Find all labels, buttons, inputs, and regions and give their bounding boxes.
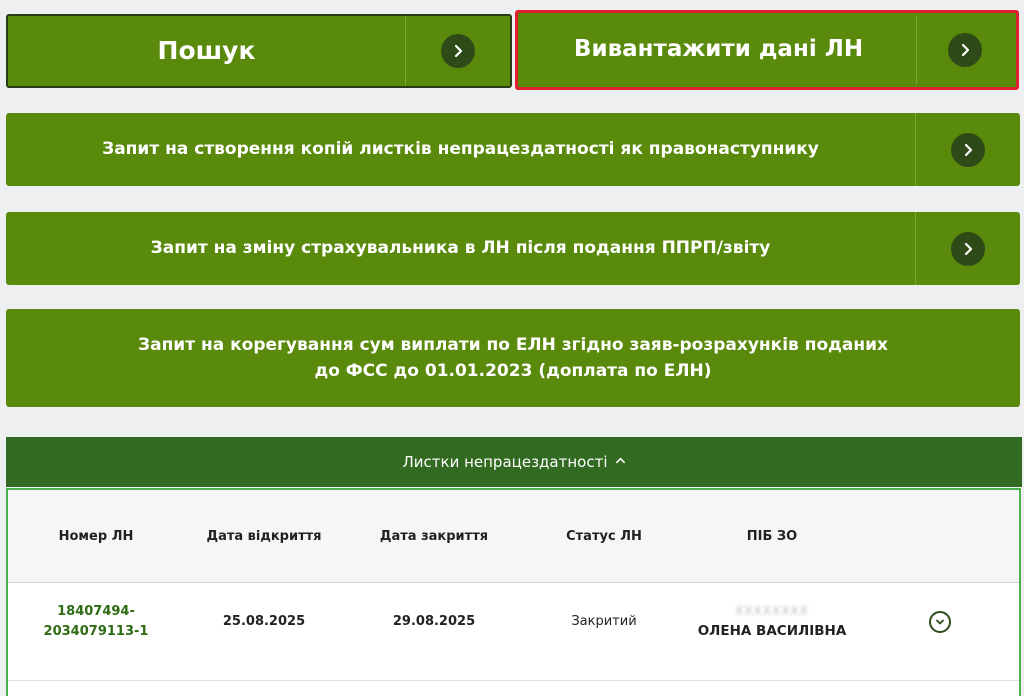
ln-number-part1: 18407494- xyxy=(57,603,135,619)
chevron-right-icon xyxy=(948,33,982,67)
search-button[interactable]: Пошук xyxy=(6,14,512,88)
cell-status: Закритий xyxy=(571,613,637,629)
header-status: Статус ЛН xyxy=(566,528,642,544)
header-person-name: ПІБ ЗО xyxy=(746,528,798,544)
copies-request-label: Запит на створення копій листків непраце… xyxy=(102,139,819,160)
expand-row-icon[interactable] xyxy=(929,611,951,633)
insurer-change-label: Запит на зміну страхувальника в ЛН після… xyxy=(150,238,771,259)
table-header: Номер ЛН Дата відкриття Дата закриття Ст… xyxy=(8,490,1019,583)
header-close-date: Дата закриття xyxy=(379,528,489,544)
cell-open-date: 25.08.2025 xyxy=(222,613,306,629)
cell-ln-number[interactable]: 18407494- 2034079113-1 xyxy=(8,582,184,662)
cell-expand xyxy=(860,582,1020,662)
export-arrow-cell[interactable] xyxy=(916,16,1013,84)
insurer-arrow-cell[interactable] xyxy=(915,212,1020,285)
payment-correction-label: Запит на корегування сум виплати по ЕЛН … xyxy=(6,332,1020,385)
copies-request-button[interactable]: Запит на створення копій листків непраце… xyxy=(6,113,1020,186)
chevron-right-icon xyxy=(441,34,475,68)
export-ln-data-button[interactable]: Вивантажити дані ЛН xyxy=(515,10,1019,90)
chevron-right-icon xyxy=(951,132,985,167)
ln-number-part2: 2034079113-1 xyxy=(43,624,149,639)
redacted-surname: ХХХХХХХХ xyxy=(735,604,809,619)
sick-leave-table: Номер ЛН Дата відкриття Дата закриття Ст… xyxy=(6,488,1021,696)
search-arrow-cell[interactable] xyxy=(405,16,510,86)
payment-correction-line1: Запит на корегування сум виплати по ЕЛН … xyxy=(138,334,888,355)
section-title: Листки непрацездатності xyxy=(402,453,608,471)
insurer-change-button[interactable]: Запит на зміну страхувальника в ЛН після… xyxy=(6,212,1020,285)
header-ln-number: Номер ЛН xyxy=(58,528,134,544)
row-divider xyxy=(8,680,1019,681)
search-button-label: Пошук xyxy=(157,35,256,65)
sick-leave-section-toggle[interactable]: Листки непрацездатності xyxy=(6,437,1022,487)
person-name: ОЛЕНА ВАСИЛІВНА xyxy=(697,622,847,639)
export-button-label: Вивантажити дані ЛН xyxy=(573,36,864,63)
copies-arrow-cell[interactable] xyxy=(915,113,1020,186)
cell-person-name: ХХХХХХХХ ОЛЕНА ВАСИЛІВНА xyxy=(684,582,860,662)
header-open-date: Дата відкриття xyxy=(206,528,322,544)
payment-correction-button[interactable]: Запит на корегування сум виплати по ЕЛН … xyxy=(6,309,1020,407)
cell-close-date: 29.08.2025 xyxy=(392,613,476,629)
chevron-up-icon xyxy=(615,455,626,470)
chevron-right-icon xyxy=(951,231,985,266)
payment-correction-line2: до ФСС до 01.01.2023 (доплата по ЕЛН) xyxy=(314,361,712,381)
